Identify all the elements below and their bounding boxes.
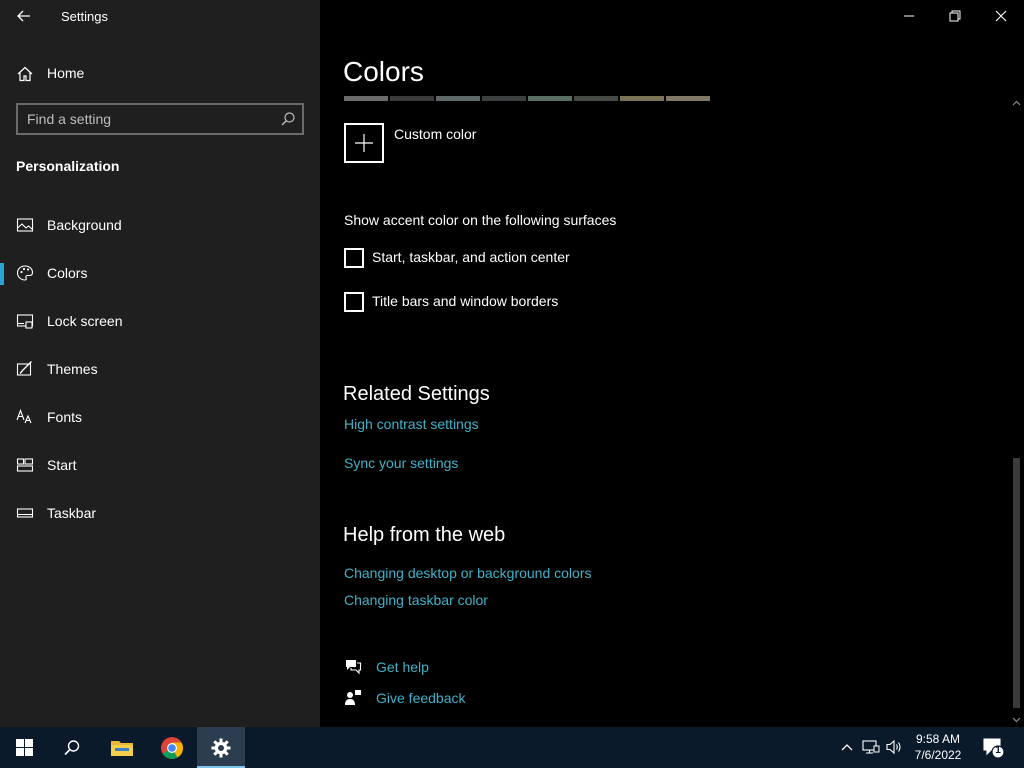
sidebar-item-label: Fonts [47,409,83,425]
color-swatch[interactable] [528,96,572,101]
sidebar-item-colors[interactable]: Colors [0,253,320,293]
accent-surfaces-heading: Show accent color on the following surfa… [344,212,617,228]
sidebar-item-label: Colors [47,265,88,281]
fonts-icon [16,408,32,424]
window-controls [886,0,1024,32]
network-icon [862,740,880,754]
page-title: Colors [343,56,424,87]
sidebar-item-label: Start [47,457,77,473]
related-settings-heading: Related Settings [343,383,490,405]
gear-icon [211,738,231,757]
sidebar: Settings Home Personalization Background… [0,0,320,727]
sidebar-item-start[interactable]: Start [0,445,320,485]
sidebar-item-label: Themes [47,361,98,377]
sidebar-item-home[interactable]: Home [0,56,320,92]
give-feedback-label[interactable]: Give feedback [376,690,466,706]
sidebar-item-label: Background [47,217,122,233]
chevron-down-icon [1012,717,1021,723]
scroll-thumb[interactable] [1013,458,1020,708]
checkbox-label[interactable]: Title bars and window borders [372,293,558,309]
settings-taskbar-button[interactable] [197,727,245,768]
color-swatch[interactable] [666,96,710,101]
chevron-up-icon [841,744,853,751]
sidebar-item-label: Taskbar [47,505,97,521]
close-button[interactable] [978,0,1024,32]
restore-icon [949,10,961,22]
themes-icon [16,361,32,376]
search-field[interactable] [16,103,304,135]
get-help-label[interactable]: Get help [376,659,429,675]
checkbox[interactable] [344,248,364,268]
chat-help-icon [346,660,362,675]
restore-button[interactable] [932,0,978,32]
color-swatch[interactable] [620,96,664,101]
app-title: Settings [61,9,108,24]
chrome-button[interactable] [148,727,196,768]
network-icon-button[interactable] [862,738,880,756]
color-swatch[interactable] [344,96,388,101]
sidebar-item-background[interactable]: Background [0,205,320,245]
taskbar-search-button[interactable] [48,727,96,768]
vertical-scrollbar[interactable] [1009,96,1024,727]
home-label: Home [47,65,85,81]
plus-icon [355,134,373,152]
sidebar-item-fonts[interactable]: Fonts [0,397,320,437]
high-contrast-link[interactable]: High contrast settings [344,416,479,432]
custom-color-label[interactable]: Custom color [394,126,476,142]
back-button[interactable] [10,4,38,28]
sidebar-item-label: Lock screen [47,313,123,329]
checkbox-label[interactable]: Start, taskbar, and action center [372,249,570,265]
minimize-button[interactable] [886,0,932,32]
taskbar-clock[interactable]: 9:58 AM 7/6/2022 [906,731,970,763]
speaker-icon [886,739,901,755]
scroll-down-button[interactable] [1009,713,1024,727]
search-input[interactable] [27,110,267,128]
folder-icon [111,740,133,756]
notification-badge: 1 [995,745,1001,756]
custom-color-button[interactable] [344,123,384,163]
clock-date: 7/6/2022 [914,748,962,762]
help-link-taskbar-color[interactable]: Changing taskbar color [344,592,488,608]
help-heading: Help from the web [343,524,506,546]
palette-icon [16,265,34,281]
action-center-button[interactable]: 1 [983,737,1005,759]
file-explorer-button[interactable] [98,727,146,768]
show-hidden-icons-button[interactable] [838,738,856,756]
color-swatch[interactable] [390,96,434,101]
clock-time: 9:58 AM [915,732,961,746]
chrome-icon [161,736,183,759]
close-icon [995,10,1007,22]
start-icon [16,458,34,472]
color-swatch[interactable] [482,96,526,101]
help-link-desktop-colors[interactable]: Changing desktop or background colors [344,565,592,581]
title-bar: Settings [0,0,320,34]
picture-icon [16,218,34,232]
lock-screen-icon [16,314,34,329]
taskbar-icon [16,508,34,518]
main-content: Colors Custom color Show accent color on… [320,0,1024,727]
search-icon[interactable] [280,111,296,127]
chevron-up-icon [1012,100,1021,106]
checkbox[interactable] [344,292,364,312]
sidebar-item-lock-screen[interactable]: Lock screen [0,301,320,341]
sidebar-item-themes[interactable]: Themes [0,349,320,389]
start-button[interactable] [0,727,48,768]
volume-icon-button[interactable] [886,738,904,756]
sync-settings-link[interactable]: Sync your settings [344,455,458,471]
minimize-icon [904,15,914,17]
taskbar: 9:58 AM 7/6/2022 1 [0,727,1024,768]
back-arrow-icon [17,10,30,22]
sidebar-item-taskbar[interactable]: Taskbar [0,493,320,533]
search-icon [64,739,80,755]
home-icon [17,66,33,82]
color-swatch[interactable] [574,96,618,101]
accent-color-swatches [344,96,710,101]
color-swatch[interactable] [436,96,480,101]
section-title: Personalization [16,158,120,174]
windows-logo-icon [15,739,33,756]
scroll-up-button[interactable] [1009,96,1024,110]
feedback-icon [345,690,361,705]
